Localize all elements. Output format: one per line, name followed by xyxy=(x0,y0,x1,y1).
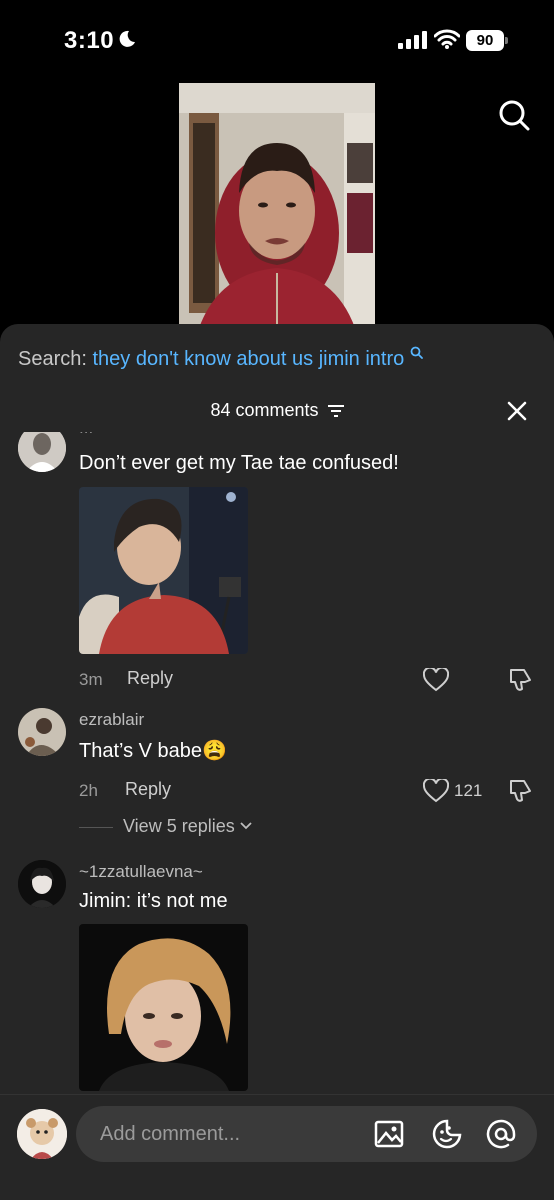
avatar[interactable] xyxy=(18,708,66,756)
view-replies-button[interactable]: View 5 replies xyxy=(79,816,252,837)
comment-username[interactable]: ezrablair xyxy=(79,710,144,730)
moon-icon xyxy=(119,30,135,47)
comment-time: 3m xyxy=(79,670,103,689)
comment-username[interactable]: ~1zzatullaevna~ xyxy=(79,862,203,882)
heart-icon[interactable] xyxy=(423,668,449,692)
comment-item: ... Don’t ever get my Tae tae confused! … xyxy=(0,432,554,692)
wifi-icon xyxy=(434,29,460,49)
cellular-signal-icon xyxy=(398,31,427,49)
avatar[interactable] xyxy=(18,432,66,472)
comment-username[interactable]: ... xyxy=(79,432,93,438)
image-icon[interactable] xyxy=(374,1119,404,1149)
video-frame-image xyxy=(179,83,375,328)
heart-icon[interactable] xyxy=(423,779,449,803)
comment-item: ~1zzatullaevna~ Jimin: it’s not me xyxy=(0,860,554,1094)
search-label: Search: xyxy=(18,348,87,370)
battery-icon: 90 xyxy=(466,30,508,52)
reply-button[interactable]: Reply xyxy=(125,779,171,800)
comment-attached-image[interactable] xyxy=(79,924,248,1091)
comment-text: Don’t ever get my Tae tae confused! xyxy=(79,452,399,474)
dislike-icon[interactable] xyxy=(507,667,533,693)
video-preview[interactable] xyxy=(179,83,375,328)
comments-header: 84 comments xyxy=(0,400,554,421)
comment-attached-image[interactable] xyxy=(79,487,248,654)
comment-count: 84 comments xyxy=(210,400,319,420)
search-icon[interactable] xyxy=(497,98,531,132)
comment-input[interactable] xyxy=(100,1106,360,1162)
view-replies-label: View 5 replies xyxy=(123,816,235,836)
sticker-icon[interactable] xyxy=(432,1119,462,1149)
like-count: 121 xyxy=(454,781,483,800)
comment-list[interactable]: ... Don’t ever get my Tae tae confused! … xyxy=(0,432,554,1094)
battery-level: 90 xyxy=(466,30,504,51)
user-avatar[interactable] xyxy=(17,1109,67,1159)
status-time: 3:10 xyxy=(64,27,115,54)
comment-item: ezrablair That’s V babe😩 2h Reply 121 Vi… xyxy=(0,708,554,848)
sort-filter-icon[interactable] xyxy=(327,405,344,418)
reply-button[interactable]: Reply xyxy=(127,668,173,689)
comments-sheet: Search: they don't know about us jimin i… xyxy=(0,324,554,1200)
dislike-icon[interactable] xyxy=(507,778,533,804)
search-query[interactable]: they don't know about us jimin intro xyxy=(93,348,405,370)
comment-time: 2h xyxy=(79,781,98,800)
close-icon[interactable] xyxy=(506,400,528,422)
avatar[interactable] xyxy=(18,860,66,908)
status-bar: 3:10 90 xyxy=(0,0,554,80)
related-search-link[interactable]: Search: they don't know about us jimin i… xyxy=(18,346,423,371)
comment-text: That’s V babe😩 xyxy=(79,740,227,762)
search-small-icon xyxy=(410,346,423,359)
comment-composer xyxy=(0,1094,554,1200)
comment-text: Jimin: it’s not me xyxy=(79,890,228,912)
mention-icon[interactable] xyxy=(486,1119,516,1149)
comment-input-box[interactable] xyxy=(76,1106,537,1162)
chevron-down-icon xyxy=(240,822,252,830)
